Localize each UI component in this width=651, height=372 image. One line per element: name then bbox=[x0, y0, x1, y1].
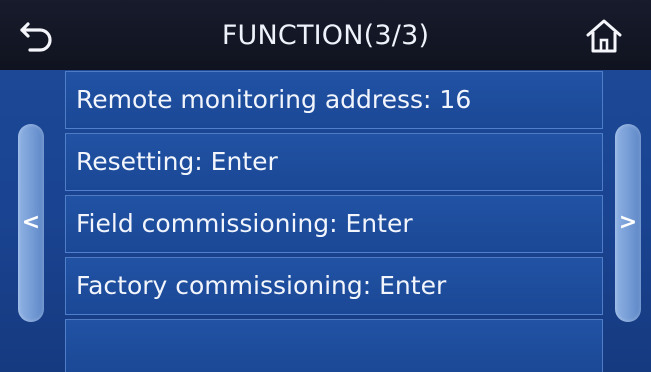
page-title: FUNCTION(3/3) bbox=[221, 20, 430, 51]
home-button[interactable] bbox=[584, 18, 624, 54]
menu-item-label: Field commissioning: Enter bbox=[76, 209, 413, 238]
menu-item-label: Remote monitoring address: 16 bbox=[76, 85, 472, 114]
menu-item-label: Resetting: Enter bbox=[76, 147, 278, 176]
menu-item-empty bbox=[65, 319, 603, 372]
previous-page-button[interactable]: < bbox=[18, 124, 44, 322]
top-bar: FUNCTION(3/3) bbox=[0, 0, 651, 70]
function-list: Remote monitoring address: 16 Resetting:… bbox=[65, 71, 605, 372]
home-icon bbox=[586, 19, 622, 53]
chevron-right-icon: > bbox=[618, 210, 638, 235]
menu-item-remote-monitoring-address[interactable]: Remote monitoring address: 16 bbox=[65, 71, 603, 129]
menu-item-resetting[interactable]: Resetting: Enter bbox=[65, 133, 603, 191]
function-screen: FUNCTION(3/3) < > Remote monitoring addr… bbox=[0, 0, 651, 372]
next-page-button[interactable]: > bbox=[615, 124, 641, 322]
chevron-left-icon: < bbox=[21, 210, 41, 235]
menu-item-label: Factory commissioning: Enter bbox=[76, 271, 447, 300]
menu-item-factory-commissioning[interactable]: Factory commissioning: Enter bbox=[65, 257, 603, 315]
menu-item-field-commissioning[interactable]: Field commissioning: Enter bbox=[65, 195, 603, 253]
